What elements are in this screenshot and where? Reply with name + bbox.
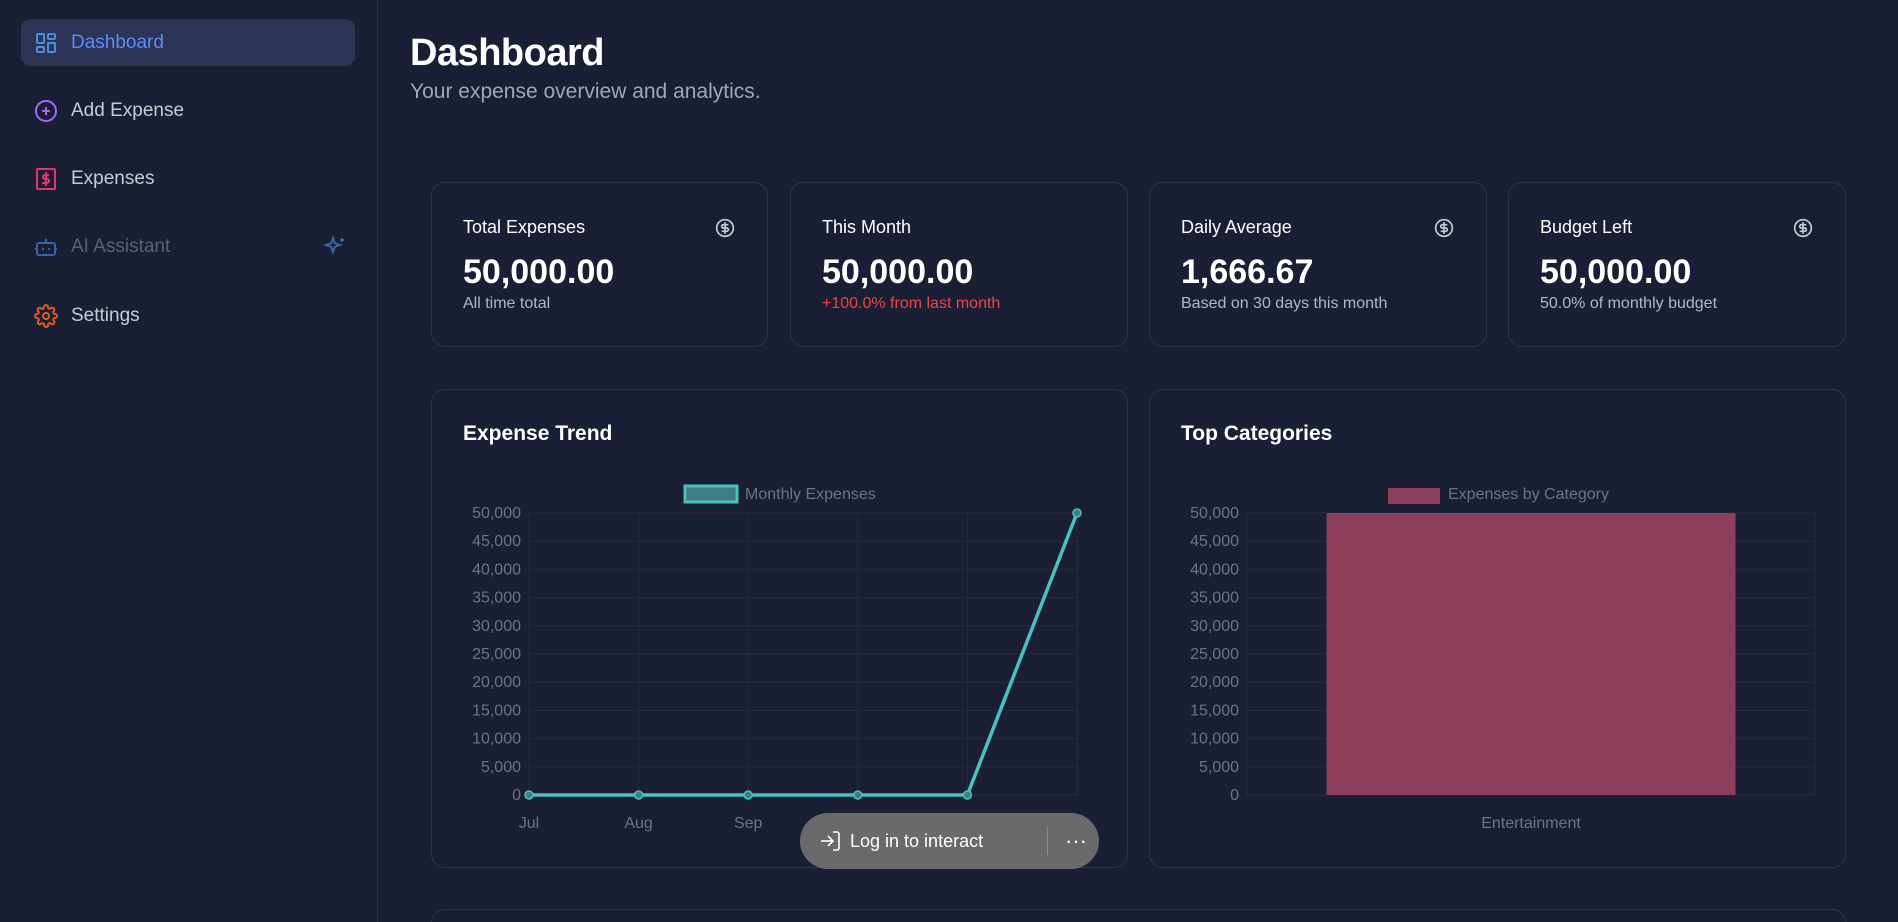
dollar-circle-icon: [715, 218, 735, 238]
layout-grid-icon: [33, 30, 59, 56]
stat-title: Total Expenses: [463, 217, 586, 237]
y-tick-label: 45,000: [1190, 533, 1239, 550]
y-tick-label: 25,000: [472, 646, 521, 663]
legend-label: Expenses by Category: [1448, 486, 1609, 503]
sidebar-item-label: Expenses: [71, 167, 155, 189]
y-tick-label: 50,000: [472, 505, 521, 522]
y-tick-label: 40,000: [472, 561, 521, 578]
data-point: [524, 790, 534, 800]
y-tick-label: 5,000: [481, 759, 521, 776]
y-tick-label: 15,000: [472, 702, 521, 719]
expense-trend-card: Expense Trend 50,000 45,000 40,000 35,000 30…: [431, 389, 1128, 868]
y-tick-label: 35,000: [1190, 590, 1239, 607]
top-categories-chart: 50,000 45,000 40,000 35,000 30,000 25,000 20,0…: [1190, 486, 1816, 832]
data-point: [633, 790, 644, 800]
sidebar-item-label: Add Expense: [71, 99, 185, 121]
stat-title: This Month: [822, 217, 912, 237]
y-tick-label: 5,000: [1199, 759, 1239, 776]
stat-card-this-month: This Month 50,000.00 +100.0% from last m…: [790, 182, 1128, 347]
sidebar-item-label: Dashboard: [71, 31, 164, 53]
data-point: [962, 790, 973, 800]
stat-subtext: All time total: [463, 295, 551, 312]
sidebar-item-dashboard[interactable]: Dashboard: [21, 19, 355, 66]
stat-subtext: Based on 30 days this month: [1181, 295, 1388, 312]
login-arrow-icon: [818, 829, 842, 853]
page-subtitle: Your expense overview and analytics.: [410, 80, 761, 103]
y-tick-label: 40,000: [1190, 561, 1239, 578]
data-point: [1072, 508, 1082, 518]
stat-subtext: 50.0% of monthly budget: [1540, 295, 1718, 312]
y-tick-label: 10,000: [472, 731, 521, 748]
sidebar-item-add-expense[interactable]: Add Expense: [21, 87, 355, 134]
gear-icon: [33, 303, 59, 329]
stat-card-budget-left: Budget Left 50,000.00 50.0% of monthly b…: [1508, 182, 1846, 347]
sidebar-item-label: Settings: [71, 304, 140, 326]
legend-swatch: [683, 484, 739, 504]
sparkles-icon: [322, 234, 347, 259]
y-tick-label: 0: [512, 787, 521, 804]
y-tick-label: 0: [1230, 787, 1239, 804]
plus-circle-icon: [33, 98, 59, 124]
y-tick-label: 15,000: [1190, 702, 1239, 719]
y-tick-label: 25,000: [1190, 646, 1239, 663]
legend-swatch: [1388, 488, 1440, 504]
y-tick-label: 35,000: [472, 590, 521, 607]
x-tick-label: Sep: [734, 815, 763, 832]
more-horizontal-icon[interactable]: ···: [1062, 827, 1090, 855]
legend-label: Monthly Expenses: [745, 486, 876, 503]
sidebar-item-settings[interactable]: Settings: [21, 292, 355, 339]
bot-icon: [33, 234, 59, 260]
top-categories-card: Top Categories 50,000 45,000 40,000 35,000 3…: [1149, 389, 1846, 868]
stat-value: 50,000.00: [1540, 253, 1692, 291]
stat-value: 50,000.00: [463, 253, 615, 291]
expense-trend-chart: 50,000 45,000 40,000 35,000 30,000 25,000 20,0…: [472, 484, 1082, 832]
y-tick-label: 10,000: [1190, 731, 1239, 748]
y-tick-label: 30,000: [472, 618, 521, 635]
y-tick-label: 20,000: [472, 674, 521, 691]
stat-title: Budget Left: [1540, 217, 1633, 237]
sidebar-item-label: AI Assistant: [71, 235, 171, 257]
y-tick-label: 50,000: [1190, 505, 1239, 522]
sidebar-item-ai-assistant[interactable]: AI Assistant: [21, 223, 355, 270]
data-point: [743, 790, 753, 800]
dollar-circle-icon: [1434, 218, 1454, 238]
page-title: Dashboard: [410, 32, 604, 74]
dollar-circle-icon: [1793, 218, 1813, 238]
stat-value: 50,000.00: [822, 253, 974, 291]
divider: [1047, 827, 1048, 855]
y-tick-label: 45,000: [472, 533, 521, 550]
stat-value: 1,666.67: [1181, 253, 1314, 291]
receipt-dollar-icon: [33, 166, 59, 192]
next-section-card: [431, 909, 1846, 922]
sidebar: Dashboard Add Expense Expenses AI Assist…: [0, 0, 378, 922]
login-pill[interactable]: Log in to interact ···: [800, 813, 1099, 869]
sidebar-item-expenses[interactable]: Expenses: [21, 155, 355, 202]
stat-card-daily-average: Daily Average 1,666.67 Based on 30 days …: [1149, 182, 1487, 347]
bar: [1326, 513, 1736, 795]
stat-title: Daily Average: [1181, 217, 1292, 237]
y-tick-label: 30,000: [1190, 618, 1239, 635]
x-tick-label: Jul: [519, 815, 539, 832]
x-tick-label: Aug: [624, 815, 652, 832]
login-button-label[interactable]: Log in to interact: [850, 831, 983, 852]
data-point: [853, 790, 863, 800]
y-tick-label: 20,000: [1190, 674, 1239, 691]
stat-card-total-expenses: Total Expenses 50,000.00 All time total: [431, 182, 768, 347]
stat-change: +100.0% from last month: [822, 295, 1001, 312]
x-tick-label: Entertainment: [1481, 815, 1581, 832]
